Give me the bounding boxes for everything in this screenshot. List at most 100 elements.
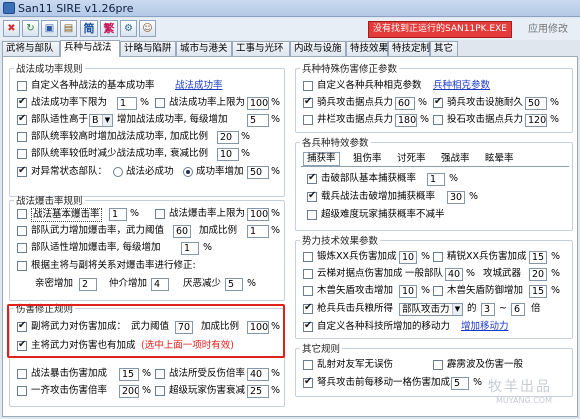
avatar-icon[interactable]: ☺ [139,20,156,37]
simplified-button[interactable]: 简 [80,20,98,37]
crit-relation-checkbox[interactable] [17,261,27,271]
tab-generals[interactable]: 武将与部队 [2,41,60,56]
custom-counter-checkbox[interactable] [303,81,313,91]
increase-rate-input[interactable]: 50 [247,166,269,179]
tech-move-checkbox[interactable] [303,320,313,332]
mediator-input[interactable]: 4 [151,278,169,291]
aptitude-select[interactable]: B ▼ [89,114,113,127]
cavalry-base-input[interactable]: 60 [395,97,415,110]
catapult-input[interactable]: 120 [525,114,547,127]
close-doc-icon[interactable]: ✖ [3,20,20,37]
custom-success-checkbox[interactable] [17,81,27,91]
tab-units-tactics[interactable]: 兵种与战法 [60,40,120,57]
subtab-stun[interactable]: 眩晕率 [481,152,518,166]
leadership-high-input[interactable]: 20 [217,131,239,144]
tab-other[interactable]: 其它 [430,41,458,56]
crit-max-input[interactable]: 100 [247,208,269,221]
tab-skill-effects[interactable]: 特技效果 [346,41,388,56]
crit-damage-input[interactable]: 15 [119,368,139,381]
siege-tower-input[interactable]: 180 [395,114,417,127]
crit-strength-threshold-input[interactable]: 60 [173,225,191,238]
tab-skill-custom[interactable]: 特技定制 [388,41,430,56]
siege-weapon-input[interactable]: 20 [529,268,547,281]
crossbow-move-input[interactable]: 5 [451,377,469,390]
reflect-input[interactable]: 40 [247,368,269,381]
success-rate-link[interactable]: 战法成功率 [175,80,223,92]
counter-params-link[interactable]: 兵种相克参数 [433,80,490,92]
wood-beast-def-checkbox[interactable] [433,286,443,296]
capture-bonus-checkbox[interactable] [307,190,317,202]
super-player-checkbox[interactable] [155,386,165,396]
crit-aptitude-checkbox[interactable] [17,243,27,253]
cavalry-facility-checkbox[interactable] [433,96,443,108]
wood-beast-def-input[interactable]: 15 [529,285,547,298]
crit-damage-checkbox[interactable] [17,369,27,379]
crossbow-move-checkbox[interactable] [303,376,313,388]
add-move-link[interactable]: 增加移动力 [461,321,509,333]
food-min-input[interactable]: 3 [481,303,495,316]
trained-input[interactable]: 10 [399,251,417,264]
elite-checkbox[interactable] [433,252,443,262]
leadership-high-checkbox[interactable] [17,132,27,142]
subtab-snipe[interactable]: 狙伤率 [349,152,386,166]
tab-domestic[interactable]: 内政与设施 [290,41,346,56]
tab-cities-ports[interactable]: 城市与港关 [176,41,232,56]
apply-button[interactable]: 应用修改 [520,21,576,38]
abnormal-status-checkbox[interactable] [17,165,27,177]
dislike-input[interactable]: 5 [225,278,243,291]
subtab-kill[interactable]: 讨死率 [393,152,430,166]
combined-attack-checkbox[interactable] [17,386,27,396]
crit-max-checkbox[interactable] [155,209,165,219]
refresh-icon[interactable]: ↻ [22,20,39,37]
trained-checkbox[interactable] [303,252,313,262]
capture-base-checkbox[interactable] [307,172,317,184]
strength-threshold-input[interactable]: 70 [175,321,193,334]
capture-base-input[interactable]: 1 [427,173,445,186]
leadership-low-input[interactable]: 10 [217,148,239,161]
super-player-input[interactable]: 25 [247,385,269,398]
subtab-strong[interactable]: 强战率 [437,152,474,166]
subtab-capture[interactable]: 捕获率 [303,152,340,166]
catapult-checkbox[interactable] [433,115,443,125]
tab-works-aura[interactable]: 工事与光环 [232,41,290,56]
intimate-input[interactable]: 2 [79,278,97,291]
always-success-radio[interactable] [113,167,123,177]
ladder-checkbox[interactable] [303,269,313,279]
tab-schemes-traps[interactable]: 计略与陷阱 [120,41,176,56]
aptitude-checkbox[interactable] [17,113,27,125]
increase-rate-radio[interactable] [183,167,193,177]
wood-beast-atk-input[interactable]: 10 [399,285,417,298]
wood-beast-atk-checkbox[interactable] [303,286,313,296]
food-max-input[interactable]: 6 [511,303,525,316]
capture-bonus-input[interactable]: 30 [447,191,465,204]
spear-food-checkbox[interactable] [303,302,313,314]
thunder-checkbox[interactable] [433,360,443,370]
damage-bonus-input[interactable]: 100 [247,321,269,334]
combined-attack-input[interactable]: 200 [119,385,139,398]
spear-food-select[interactable]: 部队攻击力 ▼ [399,303,463,316]
traditional-button[interactable]: 繁 [100,20,118,37]
aptitude-bonus-input[interactable]: 5 [247,114,269,127]
success-max-input[interactable]: 100 [247,97,269,110]
crit-strength-bonus-input[interactable]: 1 [247,225,269,238]
cavalry-facility-input[interactable]: 50 [525,97,547,110]
elite-input[interactable]: 15 [529,251,547,264]
success-min-checkbox[interactable] [17,96,27,108]
crit-aptitude-input[interactable]: 1 [181,242,199,255]
crit-base-checkbox[interactable] [17,209,27,219]
general-unit-input[interactable]: 40 [445,268,463,281]
siege-tower-checkbox[interactable] [303,115,313,125]
settings-icon[interactable]: ⚙ [120,20,137,37]
deputy-strength-checkbox[interactable] [17,320,27,332]
save-icon[interactable]: ▣ [41,20,58,37]
cavalry-base-checkbox[interactable] [303,96,313,108]
crit-strength-checkbox[interactable] [17,226,27,236]
success-min-input[interactable]: 1 [117,97,137,110]
main-strength-checkbox[interactable] [17,339,27,351]
leadership-low-checkbox[interactable] [17,149,27,159]
no-friendly-fire-checkbox[interactable] [303,360,313,370]
open-icon[interactable]: ▤ [60,20,77,37]
reflect-checkbox[interactable] [155,369,165,379]
no-halve-checkbox[interactable] [307,210,317,220]
crit-base-input[interactable]: 1 [109,208,127,221]
